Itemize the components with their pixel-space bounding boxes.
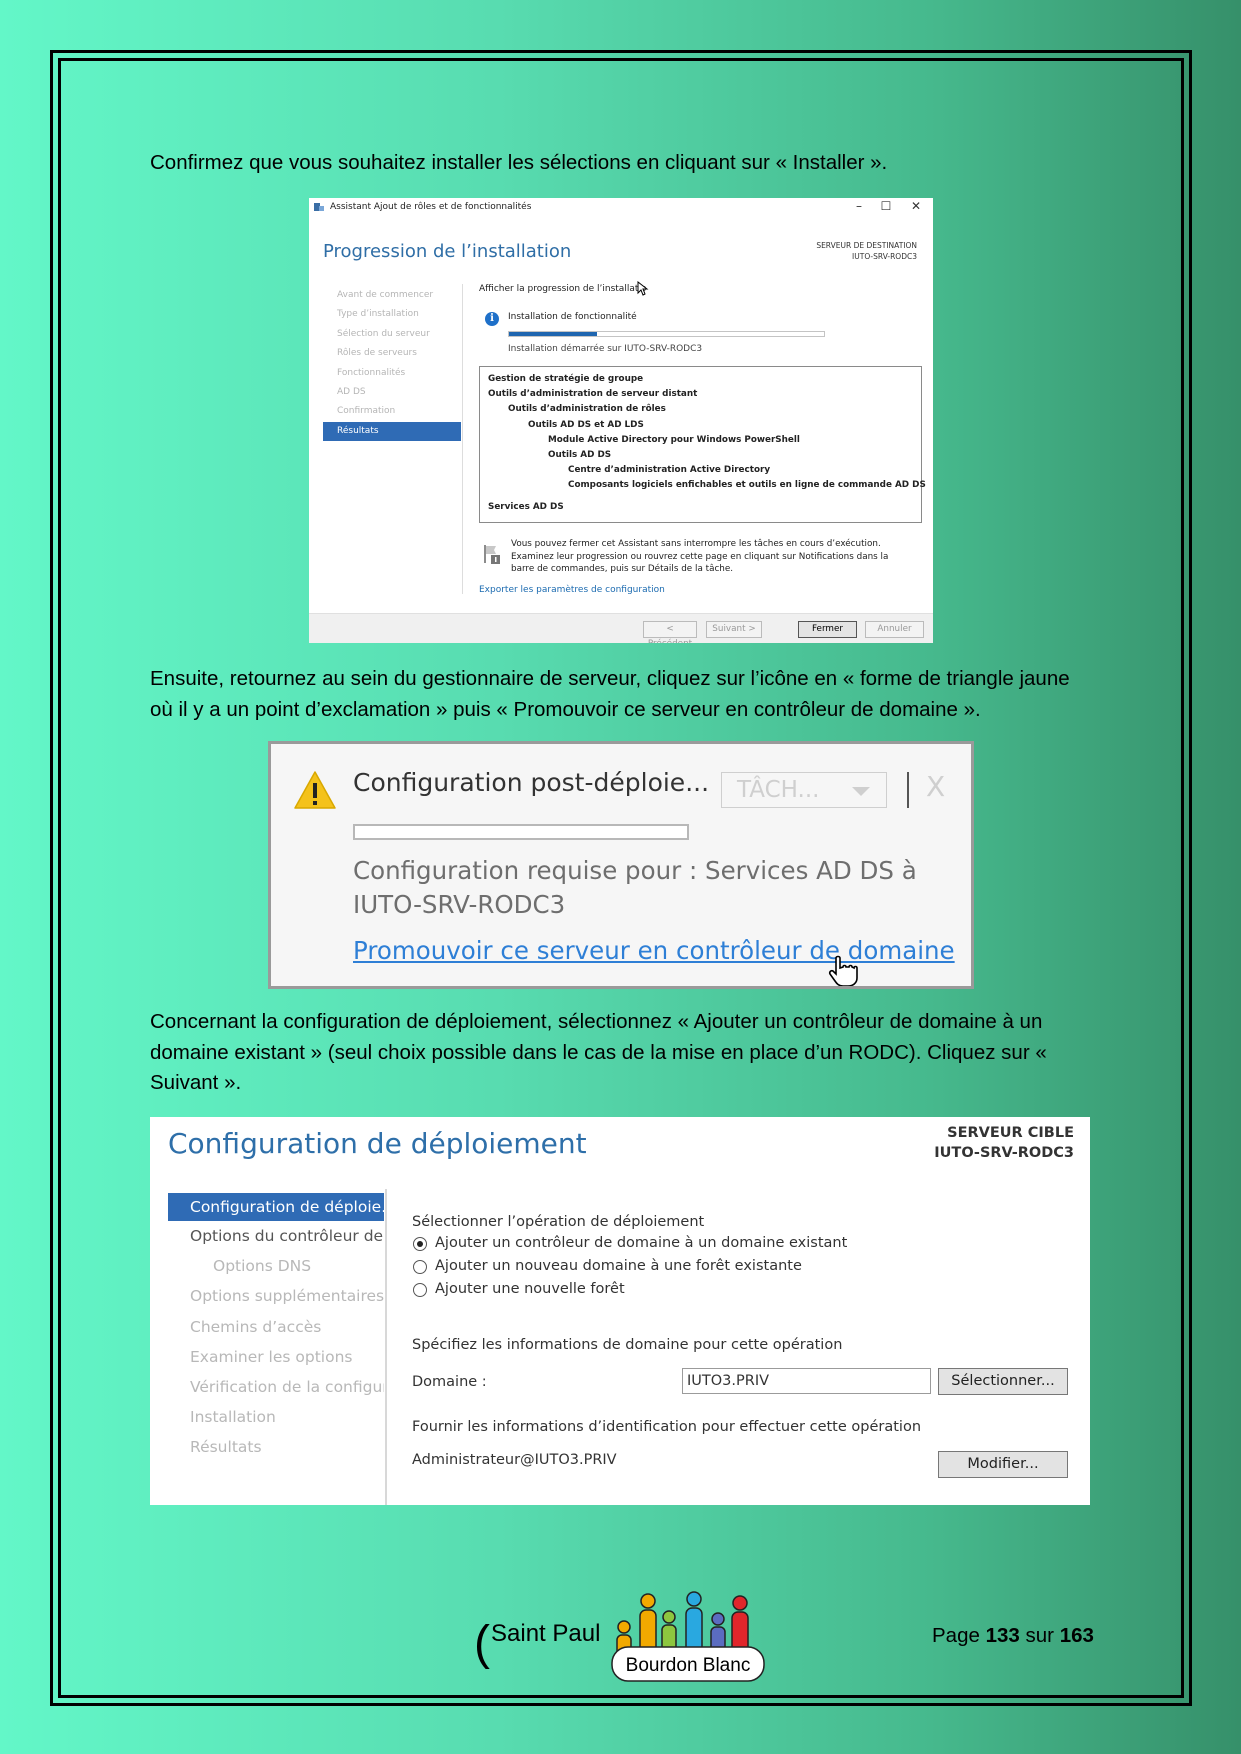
close-button[interactable]: Fermer: [798, 621, 857, 638]
page-sep: sur: [1025, 1624, 1054, 1647]
bourdon-blanc-logo: Bourdon Blanc: [611, 1591, 765, 1682]
previous-button[interactable]: < Précédent: [643, 621, 697, 643]
mouse-cursor-icon: [637, 281, 649, 296]
deploy-nav-item[interactable]: Vérification de la configur...: [168, 1372, 384, 1402]
destination-value: IUTO-SRV-RODC3: [852, 252, 917, 261]
footer-parenthesis: (: [474, 1617, 490, 1670]
deploy-nav-item[interactable]: Options DNS: [168, 1251, 384, 1281]
target-server: SERVEUR CIBLE IUTO-SRV-RODC3: [934, 1123, 1074, 1163]
destination-server: SERVEUR DE DESTINATION IUTO-SRV-RODC3: [816, 240, 917, 262]
radio-option-label[interactable]: Ajouter un nouveau domaine à une forêt e…: [435, 1258, 802, 1274]
deploy-nav-item[interactable]: Options supplémentaires: [168, 1281, 384, 1311]
modify-credentials-button[interactable]: Modifier...: [938, 1451, 1068, 1478]
nav-divider: [385, 1189, 387, 1505]
deployment-heading: Configuration de déploiement: [168, 1127, 587, 1160]
export-settings-link[interactable]: Exporter les paramètres de configuration: [479, 585, 665, 595]
radio-option-label[interactable]: Ajouter une nouvelle forêt: [435, 1281, 625, 1297]
radio-button[interactable]: [413, 1237, 427, 1251]
install-progress-bar: [508, 331, 825, 337]
warning-triangle-icon[interactable]: [293, 770, 337, 810]
hand-cursor-icon: [828, 955, 858, 986]
chevron-down-icon: [852, 787, 870, 796]
feature-tree: Gestion de stratégie de groupe Outils d’a…: [479, 366, 926, 523]
close-notification-icon[interactable]: X: [926, 770, 945, 803]
logo-text: Bourdon Blanc: [626, 1655, 751, 1676]
wizard-nav: Avant de commencer Type d’installation S…: [323, 286, 461, 442]
tree-item: Outils d’administration de serveur dista…: [488, 389, 698, 400]
next-button[interactable]: Suivant >: [706, 621, 762, 638]
close-icon[interactable]: ✕: [906, 199, 926, 213]
nav-item: AD DS: [337, 386, 366, 397]
target-label: SERVEUR CIBLE: [947, 1125, 1074, 1141]
minimize-icon[interactable]: –: [849, 199, 869, 213]
domain-input[interactable]: IUTO3.PRIV: [682, 1368, 931, 1394]
deploy-nav-item[interactable]: Chemins d’accès: [168, 1312, 384, 1342]
server-manager-icon: [314, 203, 324, 211]
nav-item: Sélection du serveur: [337, 328, 430, 339]
wizard-title: Assistant Ajout de rôles et de fonctionn…: [330, 202, 532, 212]
progress-label: Afficher la progression de l’installatio: [479, 284, 647, 294]
tree-item: Centre d’administration Active Directory: [568, 465, 771, 476]
notification-progress-bar: [353, 824, 689, 840]
nav-item: Type d’installation: [337, 309, 419, 320]
tree-item: Module Active Directory pour Windows Pow…: [548, 434, 800, 445]
deploy-nav-item[interactable]: Installation: [168, 1402, 384, 1432]
deploy-nav-item[interactable]: Résultats: [168, 1432, 384, 1462]
deploy-nav-item[interactable]: Configuration de déploie...: [168, 1193, 384, 1221]
maximize-icon[interactable]: ☐: [876, 199, 896, 213]
page-number: Page 133 sur 163: [932, 1624, 1094, 1648]
wizard-heading: Progression de l’installation: [323, 241, 572, 262]
deployment-nav: Configuration de déploie... Options du co…: [168, 1193, 384, 1463]
install-started-text: Installation démarrée sur IUTO-SRV-RODC3: [508, 344, 703, 354]
nav-item: Rôles de serveurs: [337, 348, 417, 359]
third-paragraph: Concernant la configuration de déploieme…: [150, 1010, 1047, 1094]
credentials-value: Administrateur@IUTO3.PRIV: [412, 1452, 617, 1468]
wizard-titlebar: Assistant Ajout de rôles et de fonctionn…: [309, 198, 933, 216]
tree-item: Outils d’administration de rôles: [508, 404, 666, 415]
nav-item: Fonctionnalités: [337, 367, 406, 378]
cancel-button[interactable]: Annuler: [865, 621, 924, 638]
tree-item: Outils AD DS: [548, 449, 612, 460]
intro-paragraph: Confirmez que vous souhaitez installer l…: [150, 151, 888, 174]
radio-option-label[interactable]: Ajouter un contrôleur de domaine à un do…: [435, 1235, 847, 1251]
tasks-dropdown[interactable]: TÂCH...: [721, 772, 887, 808]
notification-flag-icon: [484, 545, 500, 564]
domain-label: Domaine :: [412, 1374, 487, 1390]
school-name: Saint Paul: [491, 1620, 601, 1647]
page-total: 163: [1059, 1624, 1094, 1647]
select-domain-button[interactable]: Sélectionner...: [938, 1368, 1068, 1395]
page-current: 133: [985, 1624, 1020, 1647]
notification-screenshot: Configuration post-déploie... TÂCH... X …: [268, 741, 974, 989]
tasks-label: TÂCH...: [737, 777, 820, 803]
tree-item: Outils AD DS et AD LDS: [528, 419, 644, 430]
radio-button[interactable]: [413, 1260, 427, 1274]
nav-divider: [462, 284, 463, 594]
page-prefix: Page: [932, 1624, 980, 1647]
nav-item: Avant de commencer: [337, 290, 434, 300]
tree-item: Gestion de stratégie de groupe: [488, 374, 644, 384]
info-icon: i: [485, 312, 499, 326]
feature-install-label: Installation de fonctionnalité: [508, 312, 637, 322]
notification-title: Configuration post-déploie...: [353, 768, 710, 797]
radio-button[interactable]: [413, 1283, 427, 1297]
separator: [907, 772, 909, 808]
tree-item: Composants logiciels enfichables et outi…: [568, 480, 926, 491]
select-operation-label: Sélectionner l’opération de déploiement: [412, 1214, 705, 1230]
second-paragraph: Ensuite, retournez au sein du gestionnai…: [150, 667, 1070, 721]
progress-fill: [509, 332, 598, 336]
destination-label: SERVEUR DE DESTINATION: [816, 241, 917, 250]
wizard-screenshot: Assistant Ajout de rôles et de fonctionn…: [309, 198, 933, 643]
deployment-screenshot: Configuration de déploiement SERVEUR CIB…: [150, 1117, 1090, 1505]
nav-item-results[interactable]: Résultats: [323, 421, 461, 442]
tree-item: Services AD DS: [488, 501, 564, 512]
configuration-required-text: Configuration requise pour : Services AD…: [353, 856, 917, 919]
credentials-label: Fournir les informations d’identificatio…: [412, 1419, 922, 1435]
deploy-nav-item[interactable]: Examiner les options: [168, 1342, 384, 1372]
wizard-note: Vous pouvez fermer cet Assistant sans in…: [511, 539, 889, 574]
target-value: IUTO-SRV-RODC3: [934, 1145, 1074, 1161]
domain-info-label: Spécifiez les informations de domaine po…: [412, 1337, 843, 1353]
promote-server-link[interactable]: Promouvoir ce serveur en contrôleur de d…: [353, 936, 955, 965]
deploy-nav-item[interactable]: Options du contrôleur de...: [168, 1221, 384, 1251]
nav-item: Confirmation: [337, 406, 396, 417]
